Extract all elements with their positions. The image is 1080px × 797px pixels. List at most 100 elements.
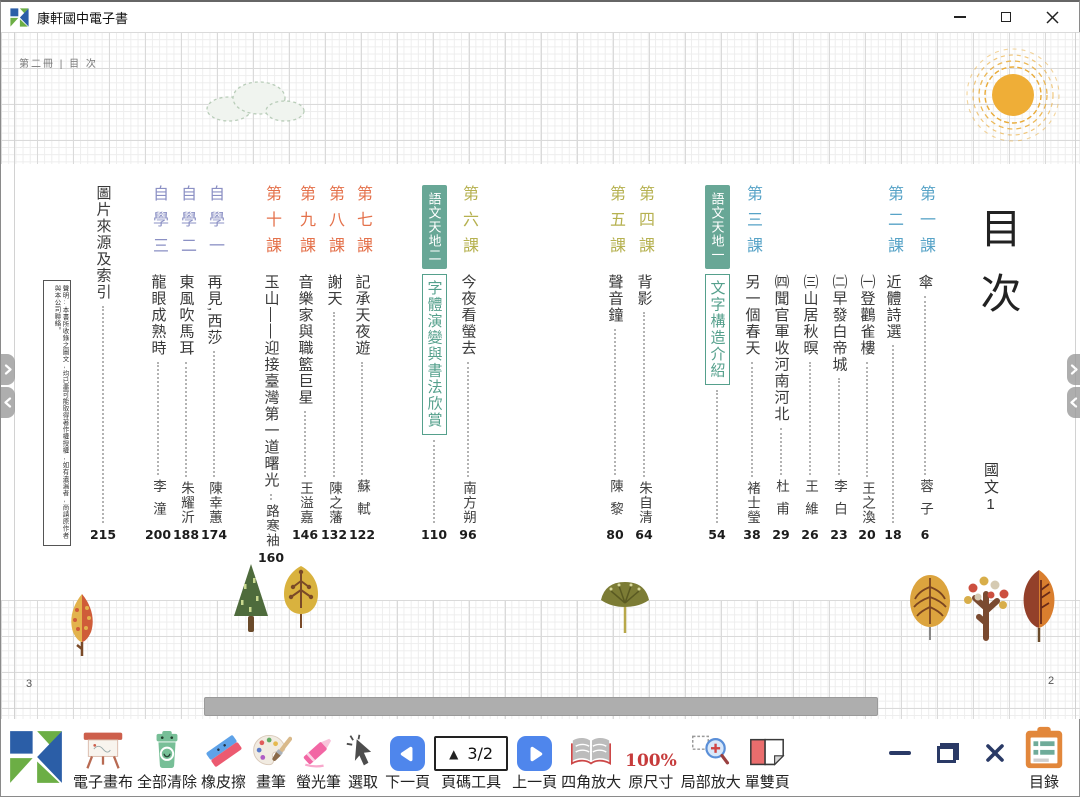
tool-label: 選取 [348,773,378,792]
app-restore-button[interactable] [937,743,959,763]
dotted-leader [304,411,306,477]
tool-label: 橡皮擦 [201,773,246,792]
toc-page-number: 20 [858,527,875,543]
toc-entry[interactable]: 自學三龍眼成熟時李潼200 [145,185,171,543]
select-button[interactable]: 選取 [345,726,381,792]
toc-entry[interactable]: 第二課近體詩選18 [880,185,906,543]
toc-title: 聲音鐘 [605,274,626,324]
toc-button[interactable]: 目錄 [1021,726,1067,792]
toc-title: 東風吹馬耳 [176,274,197,357]
toc-title: 另一個春天 [742,274,763,357]
toc-entry[interactable]: 第八課謝天陳之藩132 [321,185,347,543]
highlighter-button[interactable]: 螢光筆 [296,726,341,792]
trash-icon [148,729,186,771]
tree-decoration [907,572,953,642]
cursor-icon [345,731,381,771]
page-indicator-value: 3/2 [467,744,493,763]
brush-button[interactable]: 畫筆 [250,726,292,792]
knsh-logo-icon[interactable] [9,730,63,784]
nav-forward-button[interactable] [1067,354,1080,385]
horizontal-scrollbar[interactable] [204,697,878,716]
toc-entry[interactable]: 自學一再見,西莎陳幸蕙174 [201,185,227,543]
toc-entry[interactable]: ㈠登鸛雀樓王之渙20 [854,185,880,543]
chevron-right-icon [4,364,12,375]
toc-author: 杜甫 [771,479,791,524]
close-button[interactable] [1045,10,1059,24]
dotted-leader [614,329,616,476]
nav-back-button[interactable] [1067,387,1080,418]
toc-page-number: 26 [801,527,818,543]
magnifier-plus-icon [690,731,732,771]
toc-lesson-label: 第七課 [350,185,374,274]
minimize-icon [889,751,911,755]
toc-author: 朱自清 [634,481,654,525]
clear-all-button[interactable]: 全部清除 [137,726,197,792]
toc-entry[interactable]: 自學二東風吹馬耳朱耀沂188 [173,185,199,543]
dotted-leader [780,428,782,476]
toc-entry[interactable]: 第四課背影朱自清64 [631,185,657,543]
toc-entry[interactable]: 第六課今夜看螢去南方朔96 [455,185,481,543]
sun-decoration [963,46,1063,146]
partial-zoom-button[interactable]: 局部放大 [681,726,741,792]
triangle-up-icon: ▲ [449,747,458,761]
toc-lesson-label: 自學一 [202,185,226,274]
app-close-button[interactable] [985,743,1005,763]
page-right-arrow-icon [517,736,552,771]
toc-entry[interactable]: 圖片來源及索引215 [90,185,116,543]
toc-entry[interactable]: 第三課另一個春天褚士瑩38 [739,185,765,543]
toc-title: 傘 [915,274,936,291]
dotted-leader [185,362,187,477]
dotted-leader [924,296,926,476]
toc-author: 王之渙 [857,481,877,525]
toc-entry[interactable]: 第七課記承天夜遊蘇軾122 [349,185,375,543]
next-page-button[interactable]: 下一頁 [385,726,430,792]
toc-lesson-label: 自學二 [174,185,198,274]
tool-label: 局部放大 [681,773,741,792]
tool-label: 上一頁 [512,773,557,792]
window-title: 康軒國中電子書 [37,8,128,27]
toc-entry[interactable]: 語文天地一文字構造介紹54 [704,185,730,543]
toc-author: 陳之藩 [324,481,344,525]
maximize-icon [1001,12,1011,22]
app-window: 康軒國中電子書 第二冊 | 目 次 目次 [0,0,1080,797]
app-minimize-button[interactable] [889,751,911,755]
toc-entry[interactable]: ㈢山居秋暝王維26 [797,185,823,543]
nav-forward-button[interactable] [1,354,15,385]
tool-label: 四角放大 [561,773,621,792]
dotted-leader [333,312,335,477]
palette-brush-icon [250,731,292,771]
toc-entry[interactable]: 第十課玉山——迎接臺灣第一道曙光路寒袖160 [258,185,284,543]
page-title: 目次 [967,207,1027,337]
toc-entry[interactable]: 第九課音樂家與職籃巨星王溢嘉146 [292,185,318,543]
corner-zoom-button[interactable]: 四角放大 [561,726,621,792]
eraser-button[interactable]: 橡皮擦 [201,726,246,792]
dotted-leader [157,362,159,476]
dotted-leader [892,345,894,523]
page-number-box[interactable]: ▲ 3/2 [434,736,508,771]
tool-label: 單雙頁 [745,773,790,792]
eraser-icon [203,731,245,771]
toc-author: 陳幸蕙 [204,481,224,525]
toc-author: 蓉子 [915,479,935,524]
easel-icon [81,729,125,771]
nav-back-button[interactable] [1,387,15,418]
toc-entry[interactable]: 第五課聲音鐘陳黎80 [602,185,628,543]
book-spread: 第二冊 | 目 次 目次 國文1 第一課傘蓉子6第二課近體詩選18㈠登鸛雀樓王之… [1,32,1080,719]
toc-page-number: 122 [349,527,375,543]
open-book-icon [569,733,613,771]
toc-entry[interactable]: ㈣聞官軍收河南河北杜甫29 [768,185,794,543]
tool-label: 螢光筆 [296,773,341,792]
single-double-page-button[interactable]: 單雙頁 [745,726,790,792]
toc-entry[interactable]: 語文天地二字體演變與書法欣賞110 [421,185,447,543]
dotted-leader [751,362,753,477]
close-icon [985,743,1005,763]
prev-page-button[interactable]: 上一頁 [512,726,557,792]
app-window-controls [889,743,1005,763]
maximize-button[interactable] [999,10,1013,24]
minimize-button[interactable] [953,10,967,24]
toc-entry[interactable]: ㈡早發白帝城李白23 [826,185,852,543]
original-size-button[interactable]: 100% 原尺寸 [625,726,677,792]
toc-entry[interactable]: 第一課傘蓉子6 [912,185,938,543]
page-number-tool[interactable]: ▲ 3/2 頁碼工具 [434,726,508,792]
canvas-button[interactable]: 電子畫布 [73,726,133,792]
